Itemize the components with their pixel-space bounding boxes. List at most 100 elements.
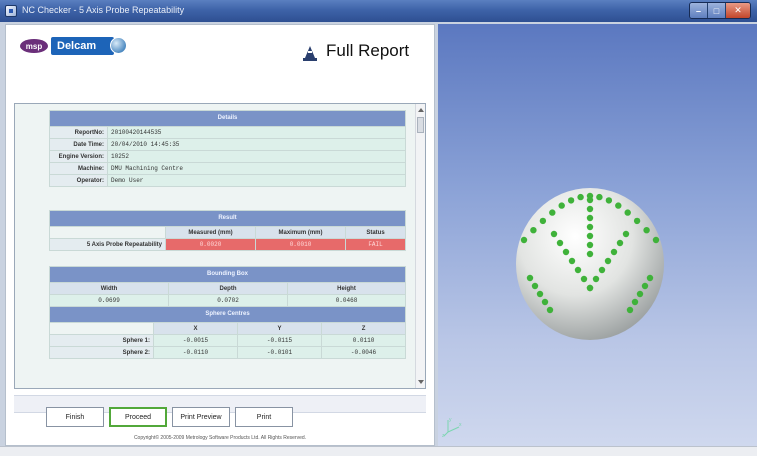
result-heading: Result <box>48 210 407 227</box>
column-header: Y <box>237 322 322 335</box>
axis-label-x: x <box>459 422 462 428</box>
probe-point <box>622 230 630 238</box>
3d-viewport[interactable]: x y z <box>438 24 757 446</box>
details-value: 20/04/2010 14:45:35 <box>107 138 406 151</box>
details-value: 10252 <box>107 150 406 163</box>
probe-point <box>556 239 564 247</box>
height-value: 0.0468 <box>287 294 406 307</box>
title-bar: NC Checker - 5 Axis Probe Repeatability … <box>0 0 757 22</box>
details-value: DMU Machining Centre <box>107 162 406 175</box>
probe-sphere <box>516 188 664 340</box>
sphere-centres-table: Sphere Centres X Y Z Sphere 1: -0.0015 -… <box>48 306 407 359</box>
proceed-button[interactable]: Proceed <box>109 407 167 427</box>
axis-triad-icon: x y z <box>442 417 462 438</box>
report-view[interactable]: Details ReportNo: 20100420144535 Date Ti… <box>14 103 426 389</box>
probe-point <box>586 214 594 222</box>
report-panel: msp Delcam Full Report Details ReportNo:… <box>5 24 435 446</box>
probe-point <box>586 232 594 240</box>
details-label: Engine Version: <box>49 150 108 163</box>
probe-point <box>586 223 594 231</box>
page-title: Full Report <box>326 41 410 60</box>
app-icon <box>5 5 17 17</box>
status-bar <box>0 446 757 456</box>
probe-point <box>586 250 594 258</box>
details-table: Details ReportNo: 20100420144535 Date Ti… <box>49 110 406 187</box>
print-preview-button[interactable]: Print Preview <box>172 407 230 427</box>
details-value: 20100420144535 <box>107 126 406 139</box>
column-header: Height <box>287 282 406 295</box>
probe-point <box>631 298 639 306</box>
probe-point <box>577 193 584 201</box>
probe-point <box>586 241 594 249</box>
report-content: Details ReportNo: 20100420144535 Date Ti… <box>15 104 415 388</box>
scroll-up-icon[interactable] <box>418 108 424 112</box>
probe-point <box>624 209 631 216</box>
column-header: Z <box>320 322 407 335</box>
window-controls: – □ ✕ <box>689 2 751 19</box>
report-header: msp Delcam Full Report <box>6 25 434 85</box>
probe-point <box>549 209 556 216</box>
probe-point <box>592 275 600 283</box>
probe-point <box>574 266 582 274</box>
close-button[interactable]: ✕ <box>726 3 750 18</box>
probe-point <box>520 236 528 244</box>
probe-point <box>604 257 612 265</box>
copyright-text: Copyright© 2005-2009 Metrology Software … <box>133 435 307 441</box>
probe-point <box>652 236 660 244</box>
y-value: -0.0115 <box>237 334 322 347</box>
probe-point <box>615 202 622 209</box>
result-label: 5 Axis Probe Repeatability <box>49 238 166 251</box>
probe-point <box>596 193 603 201</box>
column-header: Maximum (mm) <box>255 226 346 239</box>
probe-point <box>643 227 650 234</box>
bounding-box-heading: Bounding Box <box>49 266 406 283</box>
probe-point <box>586 196 594 204</box>
button-row: Finish Proceed Print Preview Print <box>46 407 293 427</box>
probe-point <box>633 217 641 225</box>
status-badge: FAIL <box>344 238 407 251</box>
probe-point <box>580 275 588 283</box>
delcam-logo: Delcam <box>51 37 115 55</box>
probe-point <box>626 306 634 314</box>
msp-logo: msp <box>20 39 48 53</box>
column-header: Status <box>344 226 407 239</box>
sphere-label: Sphere 2: <box>49 346 154 359</box>
y-value: -0.0101 <box>237 346 322 359</box>
probe-point <box>526 274 534 282</box>
column-header: X <box>153 322 238 335</box>
probe-point <box>539 217 547 225</box>
column-header: Width <box>49 282 169 295</box>
probe-point <box>568 257 576 265</box>
bounding-box-table: Bounding Box Width Depth Height 0.0699 0… <box>49 266 406 307</box>
column-header: Depth <box>168 282 288 295</box>
maximize-button[interactable]: □ <box>708 3 726 18</box>
x-value: -0.0015 <box>153 334 238 347</box>
scroll-down-icon[interactable] <box>418 380 424 384</box>
column-header: Measured (mm) <box>165 226 256 239</box>
probe-point <box>531 282 539 290</box>
report-icon <box>303 46 317 61</box>
table-row: Sphere 1: -0.0015 -0.0115 0.0110 <box>49 334 407 347</box>
probe-point <box>646 274 654 282</box>
maximum-value: 0.0010 <box>255 238 346 251</box>
globe-icon <box>110 37 127 54</box>
width-value: 0.0699 <box>49 294 169 307</box>
probe-point <box>536 290 544 298</box>
details-label: Machine: <box>49 162 108 175</box>
print-button[interactable]: Print <box>235 407 293 427</box>
report-scrollbar[interactable] <box>415 104 425 388</box>
z-value: 0.0110 <box>320 334 407 347</box>
sphere-centres-heading: Sphere Centres <box>48 306 407 323</box>
x-value: -0.0110 <box>153 346 238 359</box>
finish-button[interactable]: Finish <box>46 407 104 427</box>
probe-point <box>586 205 594 213</box>
probe-point <box>641 282 649 290</box>
details-value: Demo User <box>107 174 406 187</box>
probe-point <box>550 230 558 238</box>
axis-label-y: y <box>449 417 452 423</box>
minimize-button[interactable]: – <box>690 3 708 18</box>
details-label: Date Time: <box>49 138 108 151</box>
depth-value: 0.0702 <box>168 294 288 307</box>
probe-point <box>636 290 644 298</box>
scrollbar-thumb[interactable] <box>417 117 424 133</box>
